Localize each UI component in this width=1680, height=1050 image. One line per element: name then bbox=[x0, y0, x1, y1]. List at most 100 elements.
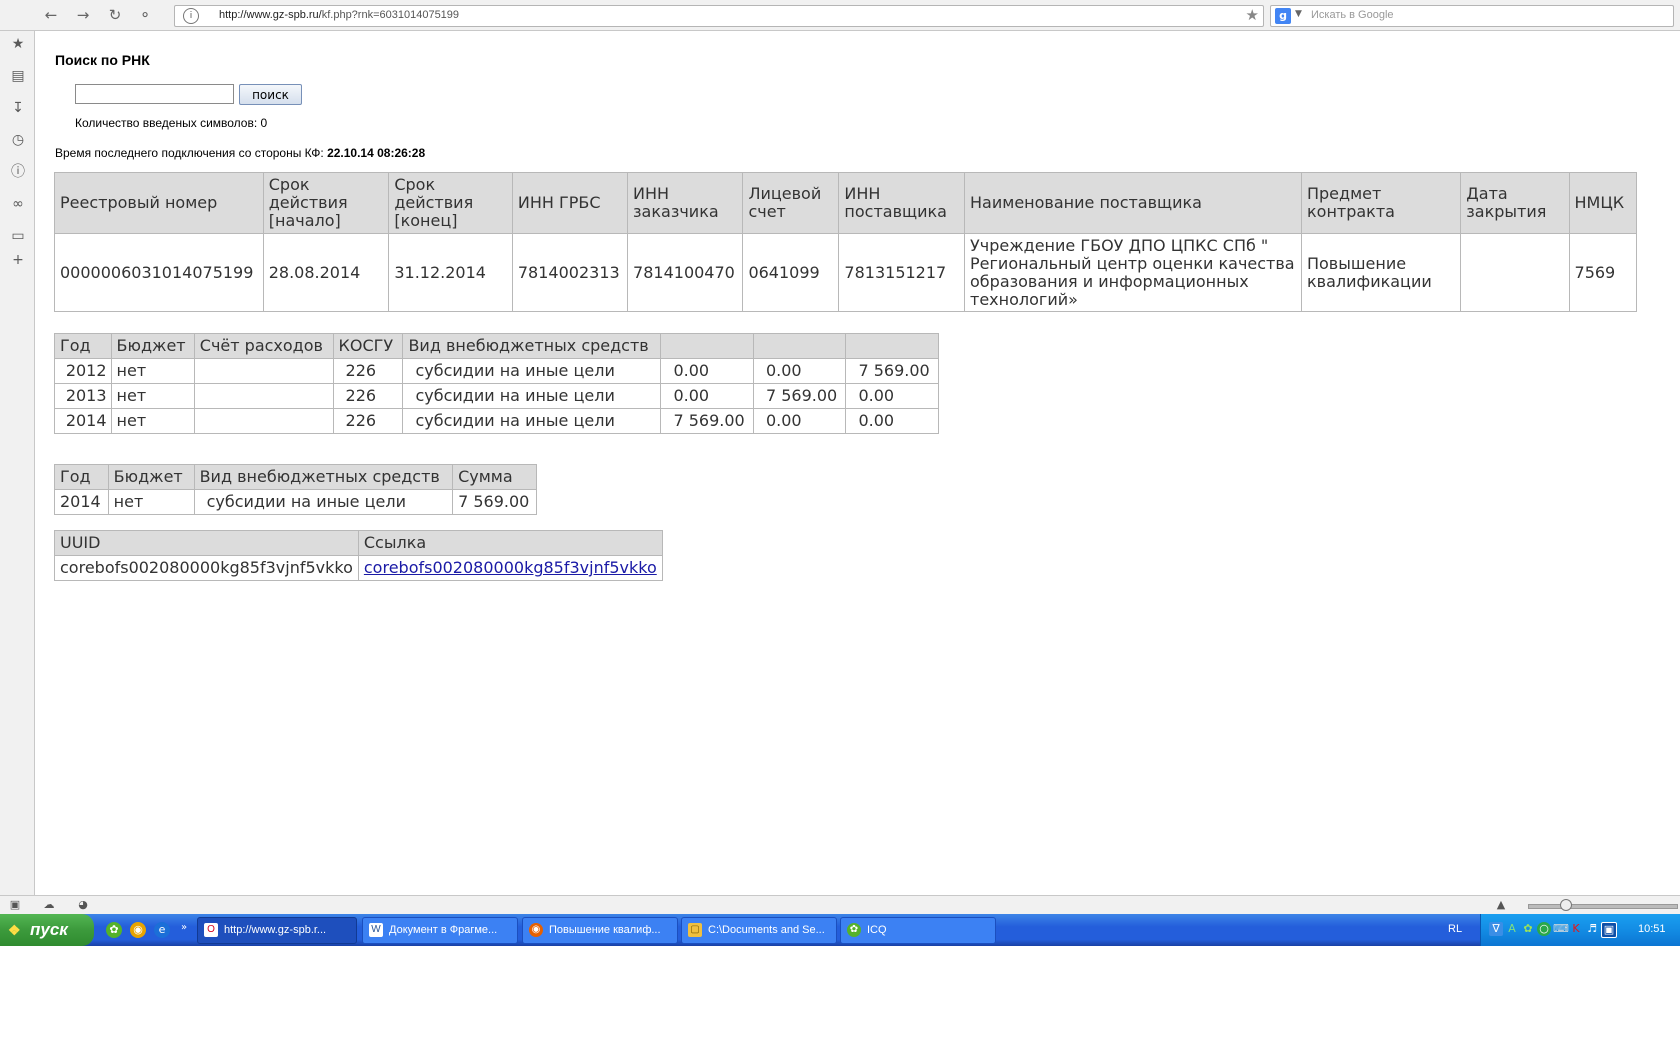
reload-icon[interactable]: ↻ bbox=[104, 4, 126, 26]
task-label: Документ в Фрагме... bbox=[389, 924, 498, 936]
table-header: Лицевой счет bbox=[742, 172, 840, 234]
table-header bbox=[660, 333, 754, 359]
table-header: Дата закрытия bbox=[1460, 172, 1570, 234]
uuid-link[interactable]: corebofs002080000kg85f3vjnf5vkko bbox=[364, 558, 657, 577]
table-row: 2014 нет 226 субсидии на иные цели 7 569… bbox=[54, 408, 939, 434]
browser-toolbar: ← → ↻ ⚬ i http://www.gz-spb.ru/kf.php?rn… bbox=[0, 0, 1680, 31]
add-panel-icon[interactable]: + bbox=[9, 251, 27, 269]
table-header: НМЦК bbox=[1568, 172, 1638, 234]
windows-taskbar: ❖ пуск ✿ ◉ e » O http://www.gz-spb.r... … bbox=[0, 914, 1680, 946]
table-cell: нет bbox=[107, 489, 195, 515]
icq-tray-icon[interactable]: ✿ bbox=[1521, 922, 1535, 936]
table-header: Реестровый номер bbox=[54, 172, 264, 234]
bookmarks-star-icon[interactable]: ★ bbox=[9, 35, 27, 53]
speed-dial-icon[interactable]: ◕ bbox=[76, 898, 90, 912]
link-cell: corebofs002080000kg85f3vjnf5vkko bbox=[357, 555, 663, 581]
back-arrow-icon[interactable]: ← bbox=[40, 4, 62, 26]
language-indicator[interactable]: RL bbox=[1448, 923, 1462, 935]
panels-icon[interactable]: ▭ bbox=[9, 227, 27, 245]
google-search-box[interactable]: g ▼ Искать в Google bbox=[1270, 5, 1674, 27]
task-explorer[interactable]: ▢ C:\Documents and Se... bbox=[681, 917, 837, 944]
rnk-search-input[interactable] bbox=[75, 84, 234, 104]
clock[interactable]: 10:51 bbox=[1638, 923, 1666, 935]
table-cell: 2014 bbox=[54, 489, 109, 515]
table-cell: нет bbox=[110, 383, 195, 409]
uuid-table: UUID Ссылка corebofs002080000kg85f3vjnf5… bbox=[54, 530, 663, 581]
quicklaunch-more-icon[interactable]: » bbox=[176, 920, 192, 936]
last-connection-label: Время последнего подключения со стороны … bbox=[55, 146, 324, 160]
cloud-icon[interactable]: ☁ bbox=[42, 898, 56, 912]
task-label: http://www.gz-spb.r... bbox=[224, 924, 327, 936]
task-icq[interactable]: ✿ ICQ bbox=[840, 917, 996, 944]
table-cell: 0.00 bbox=[660, 358, 754, 384]
caret-up-icon[interactable]: ▲ bbox=[1494, 898, 1508, 912]
forward-arrow-icon[interactable]: → bbox=[72, 4, 94, 26]
bluetooth-icon[interactable]: ∇ bbox=[1489, 922, 1503, 936]
last-connection-time: 22.10.14 08:26:28 bbox=[327, 146, 426, 160]
table-header: ИНН ГРБС bbox=[511, 172, 629, 234]
table-row: 2013 нет 226 субсидии на иные цели 0.00 … bbox=[54, 383, 939, 409]
folder-icon: ▢ bbox=[688, 923, 702, 937]
address-bar[interactable]: i http://www.gz-spb.ru/kf.php?rnk=603101… bbox=[174, 5, 1264, 27]
table-header bbox=[752, 333, 847, 359]
zoom-slider-handle[interactable] bbox=[1560, 899, 1572, 911]
table-header: Год bbox=[54, 333, 112, 359]
table-header: Срок действия [конец] bbox=[388, 172, 513, 234]
history-clock-icon[interactable]: ◷ bbox=[9, 131, 27, 149]
table-cell: 226 bbox=[332, 408, 404, 434]
table-cell: 7814002313 bbox=[511, 233, 629, 312]
table-cell: 0641099 bbox=[742, 233, 840, 312]
notes-icon[interactable]: ▤ bbox=[9, 67, 27, 85]
site-info-icon[interactable]: i bbox=[183, 8, 199, 24]
display-icon[interactable]: ▣ bbox=[1601, 922, 1617, 938]
volume-icon[interactable]: ♬ bbox=[1585, 922, 1599, 936]
table-cell: 7813151217 bbox=[838, 233, 966, 312]
kaspersky-icon[interactable]: K bbox=[1569, 922, 1583, 936]
table-cell: 0.00 bbox=[845, 383, 939, 409]
task-opera[interactable]: O http://www.gz-spb.r... bbox=[197, 917, 357, 944]
table-cell: 7 569.00 bbox=[845, 358, 939, 384]
key-icon[interactable]: ⚬ bbox=[134, 4, 156, 26]
table-cell: Повышение квалификации bbox=[1300, 233, 1462, 312]
table-header: UUID bbox=[54, 530, 359, 556]
links-icon[interactable]: ∞ bbox=[9, 195, 27, 213]
chrome-quicklaunch-icon[interactable]: ◉ bbox=[130, 922, 146, 938]
table-header: Бюджет bbox=[107, 464, 195, 490]
table-cell: субсидии на иные цели bbox=[193, 489, 454, 515]
task-label: Повышение квалиф... bbox=[549, 924, 661, 936]
table-cell bbox=[1460, 233, 1570, 312]
url-text[interactable]: http://www.gz-spb.ru/kf.php?rnk=60310140… bbox=[219, 9, 459, 21]
table-header: Вид внебюджетных средств bbox=[193, 464, 454, 490]
info-icon[interactable]: ⓘ bbox=[9, 163, 27, 181]
green-status-icon[interactable]: ○ bbox=[1537, 922, 1551, 936]
google-logo-icon[interactable]: g bbox=[1275, 8, 1291, 24]
network-icon[interactable]: ⌨ bbox=[1553, 922, 1569, 936]
start-button[interactable]: ❖ пуск bbox=[0, 914, 94, 946]
system-tray: ∇ A ✿ ○ ⌨ K ♬ ▣ 10:51 bbox=[1480, 914, 1680, 946]
search-button[interactable]: поиск bbox=[239, 84, 302, 105]
financing-years-table: Год Бюджет Счёт расходов КОСГУ Вид внебю… bbox=[54, 333, 939, 434]
icq-quicklaunch-icon[interactable]: ✿ bbox=[106, 922, 122, 938]
panel-toggle-icon[interactable]: ▣ bbox=[8, 898, 22, 912]
table-header: Наименование поставщика bbox=[964, 172, 1302, 234]
contract-table: Реестровый номер Срок действия [начало] … bbox=[54, 172, 1638, 312]
table-cell: 0000006031014075199 bbox=[54, 233, 264, 312]
table-cell: нет bbox=[110, 408, 195, 434]
task-firefox[interactable]: ◉ Повышение квалиф... bbox=[522, 917, 678, 944]
google-search-placeholder: Искать в Google bbox=[1311, 9, 1394, 21]
task-label: ICQ bbox=[867, 924, 887, 936]
windows-flag-icon: ❖ bbox=[8, 922, 21, 938]
zoom-slider[interactable] bbox=[1528, 904, 1678, 909]
chevron-down-icon[interactable]: ▼ bbox=[1295, 9, 1302, 19]
task-document[interactable]: W Документ в Фрагме... bbox=[362, 917, 518, 944]
ie-quicklaunch-icon[interactable]: e bbox=[154, 922, 170, 938]
table-header: ИНН заказчика bbox=[627, 172, 744, 234]
antivirus-icon[interactable]: A bbox=[1505, 922, 1519, 936]
browser-status-bar: ▣ ☁ ◕ ▲ bbox=[0, 895, 1680, 915]
table-cell: 7 569.00 bbox=[452, 489, 537, 515]
start-label: пуск bbox=[30, 920, 68, 939]
table-header: Бюджет bbox=[110, 333, 195, 359]
bookmark-star-icon[interactable]: ★ bbox=[1246, 6, 1259, 24]
downloads-icon[interactable]: ↧ bbox=[9, 99, 27, 117]
table-cell: 7 569.00 bbox=[660, 408, 754, 434]
